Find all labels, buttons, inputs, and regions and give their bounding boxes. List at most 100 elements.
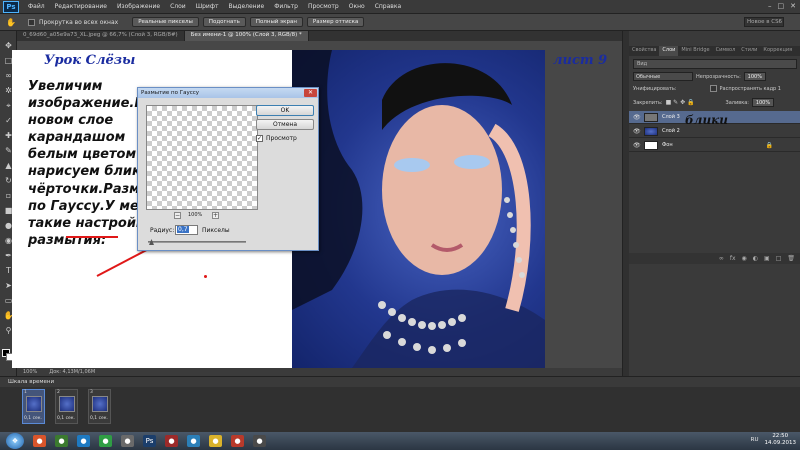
menu-select[interactable]: Выделение [223,3,269,10]
animation-frame[interactable]: 3 0,1 сек. [88,389,111,424]
app-icon[interactable]: ● [77,435,90,447]
app-icon[interactable]: ● [55,435,68,447]
fill-label: Заливка: [725,99,749,106]
menu-help[interactable]: Справка [370,3,406,10]
menu-layers[interactable]: Слои [165,3,191,10]
scroll-all-label: Прокрутка во всех окнах [38,18,119,26]
red-dot-annotation [204,275,207,278]
link-icon[interactable]: ∞ [719,255,724,262]
clock-time: 22:50 [772,433,789,439]
window-controls: – □ ✕ [768,2,796,10]
scroll-all-checkbox[interactable] [27,18,35,26]
menu-edit[interactable]: Редактирование [50,3,112,10]
adjustment-icon[interactable]: ◐ [753,255,758,262]
tab-layers[interactable]: Слои [659,46,679,56]
menu-filter[interactable]: Фильтр [269,3,303,10]
full-screen-button[interactable]: Полный экран [249,17,303,27]
doc-tab-untitled[interactable]: Без имени-1 @ 100% (Слой 3, RGB/8) * [184,31,309,41]
animation-frame[interactable]: 2 0,1 сек. [55,389,78,424]
radius-unit-label: Пикселы [202,227,230,234]
ok-button[interactable]: OK [256,105,314,116]
actual-pixels-button[interactable]: Реальные пикселы [132,17,199,27]
dialog-close-icon[interactable]: ✕ [304,89,317,97]
start-button[interactable]: ❖ [6,433,24,449]
dialog-title: Размытие по Гауссу [141,90,200,96]
trash-icon[interactable]: 🗑 [787,255,795,262]
tab-properties[interactable]: Свойства [629,46,659,56]
cancel-button[interactable]: Отмена [256,119,314,130]
opacity-input[interactable]: 100% [743,72,766,81]
blend-mode-select[interactable]: Обычные [633,72,693,81]
options-bar: ✋ Прокрутка во всех окнах Реальные пиксе… [0,14,800,31]
hand-tool-icon: ✋ [6,17,16,27]
blur-preview-pane[interactable] [146,105,258,210]
frame-delay[interactable]: 0,1 сек. [24,416,42,421]
doc-tab-jpeg[interactable]: 0_69d60_a05e9a73_XL.jpeg @ 66,7% (Слой 3… [17,31,185,41]
tab-mini-bridge[interactable]: Mini Bridge [678,46,712,56]
collapsed-panel-icons[interactable] [623,31,629,376]
app-icon[interactable]: ● [187,435,200,447]
clock[interactable]: 22:50 14.09.2013 [765,433,797,447]
app-icon[interactable]: ● [231,435,244,447]
blend-row: Обычные Непрозрачность: 100% [633,72,766,81]
fit-screen-button[interactable]: Подогнать [202,17,246,27]
menu-image[interactable]: Изображение [112,3,165,10]
dialog-titlebar[interactable]: Размытие по Гауссу ✕ [138,88,318,98]
menu-file[interactable]: Файл [23,3,50,10]
radius-input[interactable]: 0,7 [175,225,198,235]
lock-icons[interactable]: ■ ✎ ✥ 🔒 [666,99,695,106]
workspace-select[interactable]: Новое в CS6 [744,17,784,27]
fill-input[interactable]: 100% [751,98,774,107]
new-layer-icon[interactable]: □ [776,255,782,262]
move-tool-icon[interactable]: ✥ [3,41,14,50]
lock-icon: 🔒 [765,141,773,149]
propagate-checkbox[interactable] [709,85,717,92]
photoshop-taskbar-icon[interactable]: Ps [143,435,156,447]
animation-frame[interactable]: 1 0,1 сек. [22,389,45,424]
lock-label: Закрепить: [633,99,663,106]
browser-icon[interactable]: ● [33,435,46,447]
radius-slider-track[interactable] [148,241,246,243]
app-icon[interactable]: ● [121,435,134,447]
language-indicator[interactable]: RU [751,437,759,443]
print-size-button[interactable]: Размер оттиска [306,17,365,27]
zoom-in-button[interactable]: + [212,212,219,219]
right-panel-dock: Свойства Слои Mini Bridge Символ Стили К… [622,31,800,376]
menu-view[interactable]: Просмотр [303,3,344,10]
fx-icon[interactable]: fx [730,255,736,262]
eye-icon[interactable]: 👁 [633,114,641,121]
layer-filter-select[interactable]: Вид [633,59,797,69]
frame-thumbnail [59,396,75,412]
unify-row: Унифицировать: Распространять кадр 1 [633,85,781,92]
minimize-icon[interactable]: – [768,2,772,10]
menu-type[interactable]: Шрифт [191,3,224,10]
lesson-title: Урок Слёзы [44,53,136,68]
panel-tab-bar: Свойства Слои Mini Bridge Символ Стили К… [629,46,800,56]
mask-icon[interactable]: ◉ [742,255,747,262]
tab-adjustments[interactable]: Коррекция [760,46,795,56]
lock-row: Закрепить: ■ ✎ ✥ 🔒 Заливка: 100% [633,98,774,107]
app-icon[interactable]: ● [99,435,112,447]
frame-delay[interactable]: 0,1 сек. [57,416,75,421]
preview-checkbox[interactable]: ✓ [256,135,263,142]
timeline-panel: Шкала времени 1 0,1 сек. 2 0,1 сек. 3 0,… [0,376,800,432]
menu-window[interactable]: Окно [344,3,370,10]
layer-row-background[interactable]: 👁 Фон 🔒 [629,139,800,152]
document-tab-bar: 0_69d60_a05e9a73_XL.jpeg @ 66,7% (Слой 3… [17,31,622,41]
preview-label: Просмотр [266,135,297,142]
eye-icon[interactable]: 👁 [633,128,641,135]
zoom-readout[interactable]: 100% [23,369,37,375]
frame-delay[interactable]: 0,1 сек. [90,416,108,421]
tab-styles[interactable]: Стили [738,46,760,56]
app-icon[interactable]: ● [209,435,222,447]
layer-name: Слой 2 [662,128,680,134]
app-icon[interactable]: ● [165,435,178,447]
maximize-icon[interactable]: □ [778,2,785,10]
tab-character[interactable]: Символ [713,46,739,56]
app-icon[interactable]: ● [253,435,266,447]
close-icon[interactable]: ✕ [790,2,796,10]
folder-icon[interactable]: ▣ [764,255,770,262]
portrait-illustration [292,50,545,368]
zoom-out-button[interactable]: − [174,212,181,219]
eye-icon[interactable]: 👁 [633,142,641,149]
